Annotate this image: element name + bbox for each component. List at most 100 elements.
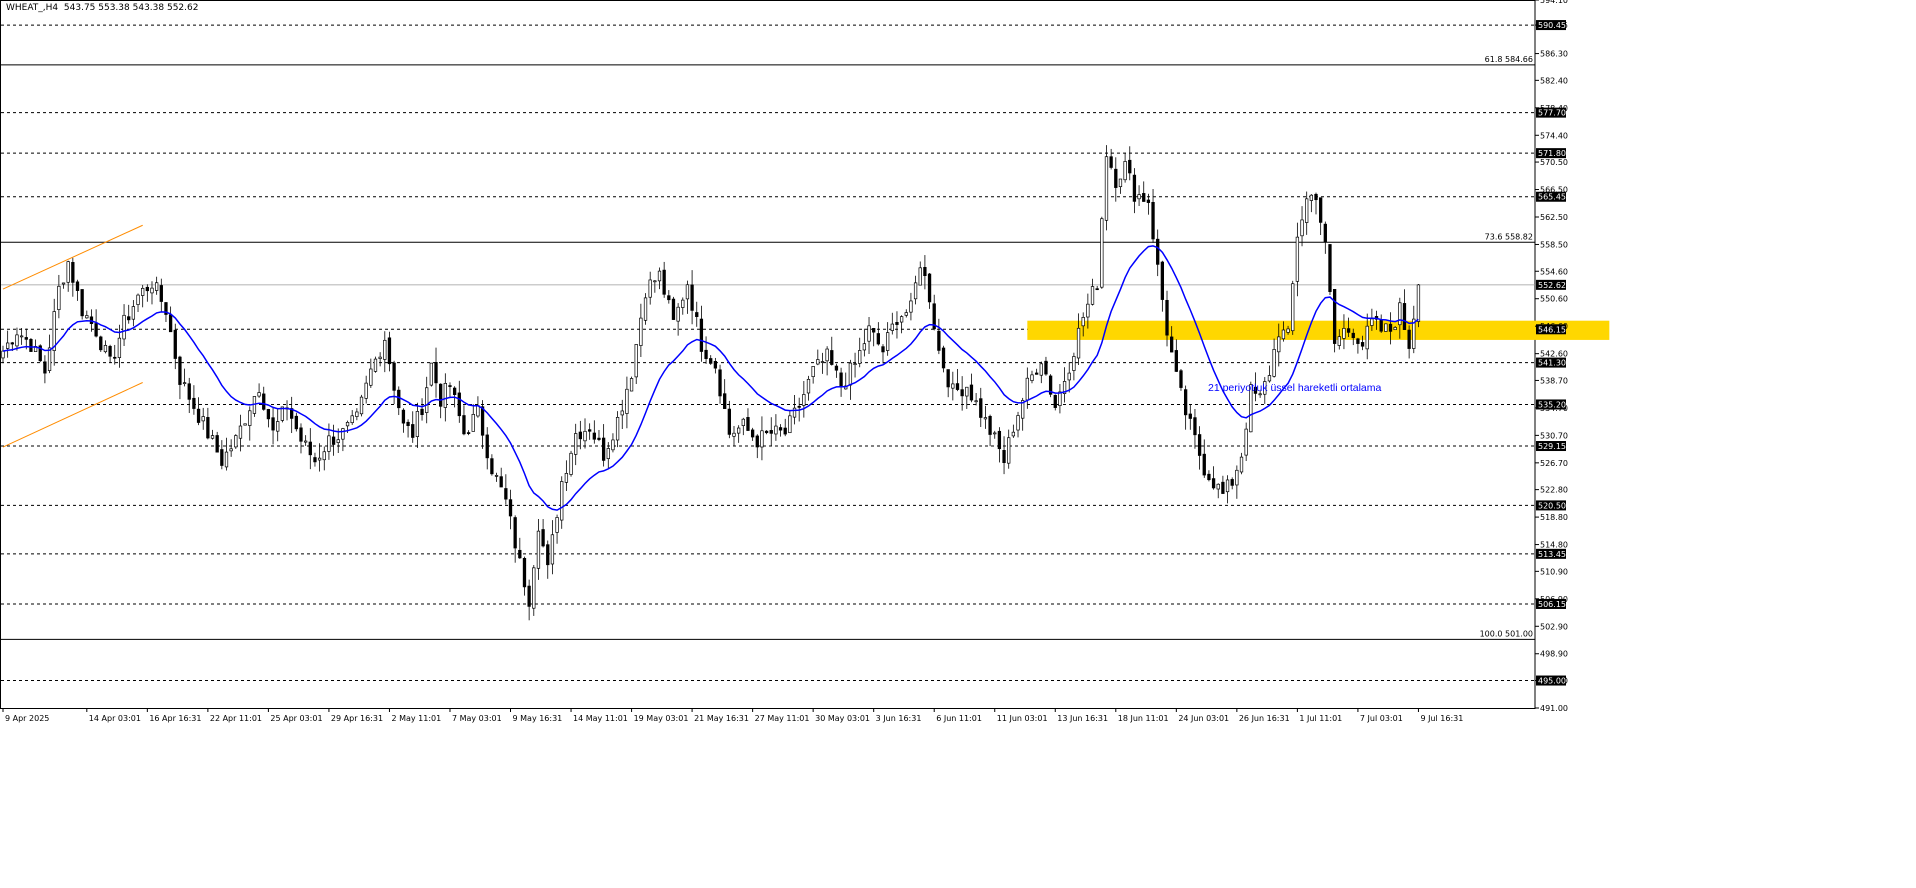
candle-body[interactable] (1151, 201, 1155, 240)
candle-body[interactable] (555, 517, 559, 533)
candle-body[interactable] (480, 406, 485, 436)
candle-body[interactable] (988, 415, 992, 435)
candle-body[interactable] (457, 392, 461, 417)
candle-body[interactable] (108, 345, 112, 357)
candle-body[interactable] (1053, 394, 1057, 408)
candle-body[interactable] (429, 362, 434, 386)
candle-body[interactable] (513, 517, 517, 549)
candle-body[interactable] (336, 439, 340, 443)
candle-body[interactable] (1016, 415, 1020, 431)
candle-body[interactable] (1379, 319, 1383, 332)
candle-body[interactable] (862, 343, 867, 351)
candle-body[interactable] (1300, 219, 1304, 237)
candle-body[interactable] (1100, 218, 1104, 288)
candle-body[interactable] (653, 280, 657, 283)
candle-body[interactable] (1095, 288, 1099, 291)
candle-body[interactable] (690, 284, 694, 311)
candle-body[interactable] (266, 409, 271, 420)
candle-body[interactable] (1407, 329, 1411, 349)
candle-body[interactable] (615, 417, 620, 441)
candle-body[interactable] (499, 476, 503, 488)
candle-body[interactable] (774, 425, 778, 435)
candle-body[interactable] (872, 328, 876, 333)
candle-body[interactable] (117, 337, 122, 358)
candle-body[interactable] (1118, 178, 1123, 188)
candle-body[interactable] (19, 335, 24, 338)
candle-body[interactable] (746, 417, 750, 431)
candle-body[interactable] (788, 415, 792, 434)
candle-body[interactable] (66, 261, 70, 283)
candle-body[interactable] (187, 383, 191, 400)
candle-body[interactable] (1370, 318, 1374, 326)
candle-body[interactable] (1179, 370, 1183, 388)
candle-body[interactable] (1128, 159, 1132, 174)
candle-body[interactable] (583, 430, 587, 442)
candle-body[interactable] (1239, 456, 1244, 473)
candle-body[interactable] (741, 418, 745, 426)
candle-body[interactable] (681, 299, 685, 308)
candle-body[interactable] (634, 344, 638, 378)
candle-body[interactable] (1295, 236, 1300, 282)
candle-body[interactable] (99, 336, 103, 351)
candle-body[interactable] (1211, 478, 1216, 489)
candle-body[interactable] (834, 365, 839, 371)
candle-body[interactable] (1402, 303, 1407, 331)
candle-body[interactable] (1174, 350, 1178, 372)
candle-body[interactable] (718, 369, 722, 397)
candle-body[interactable] (820, 361, 825, 363)
price-chart[interactable]: 61.8 584.66 73.6 558.82 100.0 501.00 21 per… (0, 0, 1916, 888)
candle-body[interactable] (1360, 342, 1365, 347)
candle-body[interactable] (625, 388, 629, 414)
candle-body[interactable] (904, 312, 908, 316)
candle-body[interactable] (1332, 289, 1337, 344)
candle-body[interactable] (508, 499, 513, 517)
candle-body[interactable] (411, 424, 415, 438)
candle-body[interactable] (383, 339, 387, 360)
candle-body[interactable] (960, 389, 964, 397)
candle-body[interactable] (1067, 372, 1071, 381)
candle-body[interactable] (341, 428, 345, 440)
candle-body[interactable] (1188, 413, 1192, 419)
candle-body[interactable] (1286, 328, 1290, 333)
candle-body[interactable] (1267, 375, 1272, 382)
candle-body[interactable] (406, 421, 410, 426)
candle-body[interactable] (629, 378, 634, 392)
candle-body[interactable] (1305, 198, 1309, 223)
candle-body[interactable] (397, 389, 401, 409)
candle-body[interactable] (806, 378, 811, 394)
candle-body[interactable] (327, 435, 331, 452)
candle-body[interactable] (159, 285, 163, 302)
candle-body[interactable] (6, 342, 10, 349)
candle-body[interactable] (951, 383, 955, 389)
candle-body[interactable] (1044, 360, 1048, 375)
candle-body[interactable] (1142, 193, 1146, 202)
candle-body[interactable] (797, 406, 801, 408)
candle-body[interactable] (299, 427, 303, 442)
candle-body[interactable] (1384, 323, 1388, 332)
candle-body[interactable] (546, 544, 550, 566)
candle-body[interactable] (243, 423, 247, 426)
candle-body[interactable] (1342, 327, 1346, 339)
candle-body[interactable] (1156, 238, 1160, 265)
candle-body[interactable] (1230, 479, 1234, 486)
candle-body[interactable] (839, 372, 843, 387)
candle-body[interactable] (1058, 391, 1062, 406)
candle-body[interactable] (1202, 453, 1206, 476)
candle-body[interactable] (1081, 317, 1085, 327)
candle-body[interactable] (955, 383, 960, 390)
candle-body[interactable] (220, 449, 224, 466)
candle-body[interactable] (127, 316, 131, 321)
candle-body[interactable] (1346, 328, 1351, 333)
candle-body[interactable] (737, 427, 741, 434)
candle-body[interactable] (997, 430, 1002, 450)
candle-body[interactable] (206, 417, 210, 439)
candle-body[interactable] (1002, 450, 1006, 464)
candle-body[interactable] (131, 306, 136, 320)
candle-body[interactable] (364, 382, 368, 399)
candle-body[interactable] (792, 407, 797, 418)
candle-body[interactable] (1114, 168, 1118, 188)
candle-body[interactable] (588, 429, 592, 432)
candle-body[interactable] (1328, 244, 1332, 292)
candle-body[interactable] (1225, 479, 1230, 493)
candle-body[interactable] (178, 356, 182, 385)
